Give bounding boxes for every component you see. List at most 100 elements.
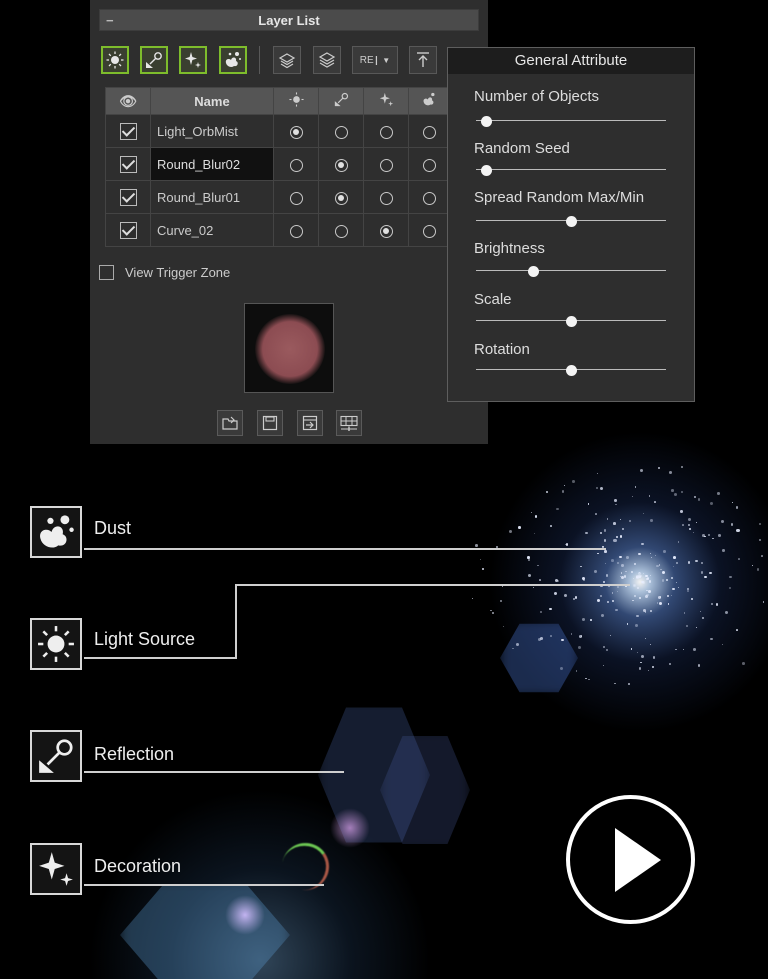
slider-knob[interactable] [566, 216, 577, 227]
visibility-checkbox[interactable] [119, 221, 137, 239]
reflection-radio[interactable] [334, 191, 348, 205]
layer-name[interactable]: Round_Blur01 [150, 180, 274, 214]
visibility-cell [105, 147, 151, 181]
table-row[interactable]: Round_Blur02 [105, 147, 450, 181]
dust-particle [549, 607, 553, 611]
decoration-radio[interactable] [379, 125, 393, 139]
slider-knob[interactable] [566, 316, 577, 327]
table-row[interactable]: Round_Blur01 [105, 180, 450, 214]
dust-leader-line [84, 548, 606, 550]
dust-particle [700, 571, 704, 574]
collapse-button[interactable]: − [106, 10, 114, 31]
dust-particle [672, 587, 675, 591]
dust-filter-button[interactable] [219, 46, 247, 74]
slider-knob[interactable] [528, 266, 539, 277]
light-source-radio[interactable] [289, 158, 303, 172]
load-button[interactable] [217, 410, 243, 436]
light-source-radio[interactable] [289, 224, 303, 238]
dust-particle [593, 570, 597, 574]
dust-particle [728, 586, 732, 589]
move-top-icon [417, 52, 429, 67]
layer-add-icon [278, 53, 296, 69]
decoration-radio[interactable] [379, 191, 393, 205]
dust-particle [481, 568, 484, 571]
light-source-radio[interactable] [289, 191, 303, 205]
dust-radio[interactable] [422, 158, 436, 172]
dust-particle [656, 564, 659, 568]
light-source-type-cell [273, 114, 319, 148]
decoration-type-cell [363, 114, 409, 148]
slider-track[interactable] [476, 169, 666, 170]
dust-radio[interactable] [422, 125, 436, 139]
visibility-checkbox[interactable] [119, 188, 137, 206]
dust-particle [616, 535, 619, 538]
layer-preview-thumbnail [244, 303, 334, 393]
play-icon[interactable] [615, 828, 661, 892]
decoration-radio[interactable] [379, 224, 393, 238]
slider-track[interactable] [476, 120, 666, 121]
view-trigger-zone-checkbox[interactable] [99, 265, 114, 280]
decoration-radio[interactable] [379, 158, 393, 172]
dust-particle [658, 601, 662, 605]
slider-knob[interactable] [566, 365, 577, 376]
dust-particle [616, 561, 619, 564]
slider-track[interactable] [476, 270, 666, 271]
decoration-filter-button[interactable] [179, 46, 207, 74]
reflection-icon [146, 52, 162, 68]
dust-icon [40, 515, 74, 548]
dust-radio[interactable] [422, 224, 436, 238]
dust-particle [709, 571, 712, 575]
dust-particle [604, 549, 607, 553]
reflection-filter-button[interactable] [140, 46, 168, 74]
layers-stack-button[interactable] [313, 46, 341, 74]
reflection-radio[interactable] [334, 224, 348, 238]
dust-particle [712, 537, 714, 540]
dust-particle [756, 568, 760, 571]
slider-label: Brightness [474, 240, 545, 257]
dust-particle [687, 561, 691, 564]
rename-button[interactable]: RE I ▼ [352, 46, 398, 74]
dust-particle [600, 486, 604, 490]
dust-particle [502, 626, 504, 628]
reflection-legend-box [30, 730, 82, 782]
export-button[interactable] [297, 410, 323, 436]
dust-particle [625, 571, 627, 573]
slider-knob[interactable] [480, 165, 492, 176]
dust-particle [677, 541, 680, 544]
dust-particle [632, 496, 634, 498]
dust-radio[interactable] [422, 191, 436, 205]
dust-particle [633, 584, 636, 586]
layer-name[interactable]: Curve_02 [150, 213, 274, 247]
dust-particle [537, 637, 541, 641]
dust-particle [683, 648, 685, 651]
add-layer-button[interactable] [273, 46, 301, 74]
dust-particle [585, 531, 588, 535]
table-row[interactable]: Light_OrbMist [105, 114, 450, 148]
reflection-radio[interactable] [334, 158, 348, 172]
light-source-radio[interactable] [289, 125, 303, 139]
layer-name[interactable]: Light_OrbMist [150, 114, 274, 148]
dust-particle [649, 644, 651, 646]
dust-particle [565, 542, 569, 546]
dust-particle [597, 598, 601, 602]
table-row[interactable]: Curve_02 [105, 213, 450, 247]
reflection-radio[interactable] [334, 125, 348, 139]
move-top-button[interactable] [409, 46, 437, 74]
decoration-leader-line [84, 884, 324, 886]
dust-type-cell [408, 147, 450, 181]
dust-particle [672, 566, 675, 568]
chevron-down-icon[interactable]: ▼ [382, 56, 390, 65]
grid-settings-button[interactable] [336, 410, 362, 436]
dust-particle [670, 577, 673, 580]
save-button[interactable] [257, 410, 283, 436]
layer-name[interactable]: Round_Blur02 [150, 147, 274, 181]
slider-knob[interactable] [480, 116, 492, 127]
visibility-checkbox[interactable] [119, 122, 137, 140]
visibility-checkbox[interactable] [119, 155, 137, 173]
light-source-filter-button[interactable] [101, 46, 129, 74]
dust-particle [611, 558, 615, 562]
dust-particle [693, 531, 695, 533]
dust-particle [648, 495, 651, 497]
dust-particle [642, 580, 646, 584]
dust-type-cell [408, 114, 450, 148]
